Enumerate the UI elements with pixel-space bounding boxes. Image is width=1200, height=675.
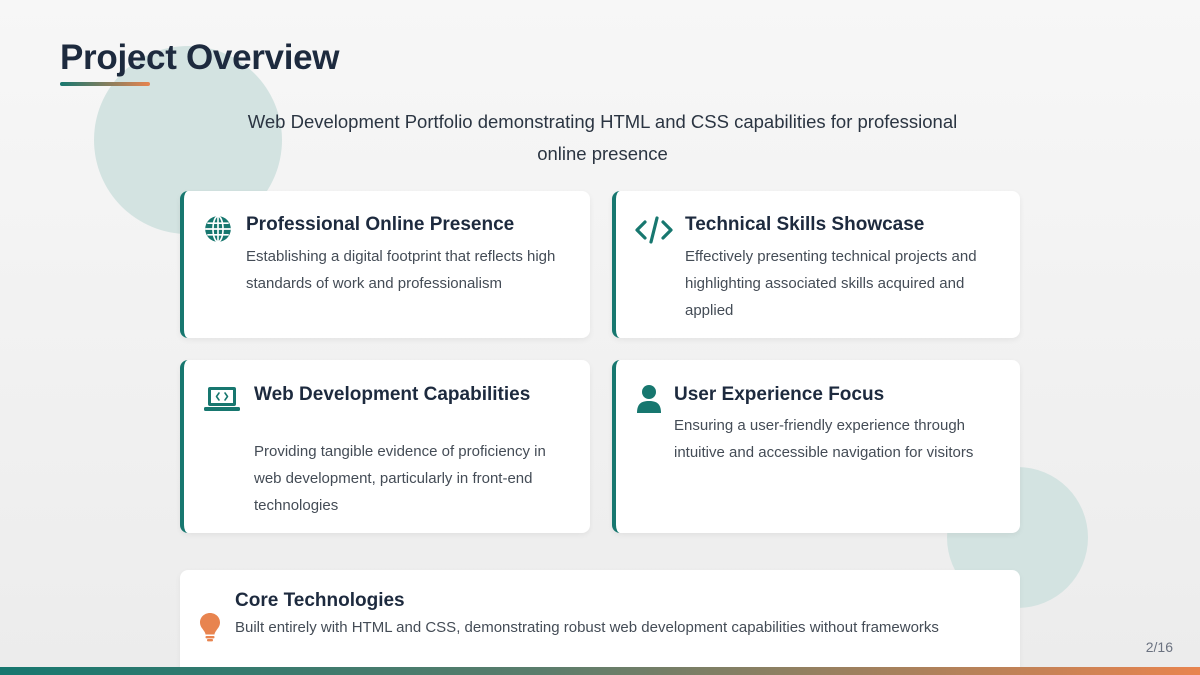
- card-web-development-capabilities: Web Development Capabilities Providing t…: [180, 360, 590, 533]
- core-technologies-title: Core Technologies: [235, 590, 405, 611]
- card-title: User Experience Focus: [674, 384, 885, 405]
- core-technologies-card: Core Technologies Built entirely with HT…: [180, 570, 1020, 670]
- page-number: 2/16: [1145, 639, 1173, 655]
- card-description: Providing tangible evidence of proficien…: [254, 443, 546, 514]
- card-technical-skills-showcase: Technical Skills Showcase Effectively pr…: [612, 191, 1020, 338]
- card-professional-online-presence: Professional Online Presence Establishin…: [180, 191, 590, 338]
- bottom-accent-bar: [0, 667, 1200, 675]
- page-title: Project Overview: [60, 38, 340, 77]
- core-technologies-description: Built entirely with HTML and CSS, demons…: [235, 619, 939, 636]
- page-subtitle: Web Development Portfolio demonstrating …: [247, 111, 958, 164]
- card-description: Ensuring a user-friendly experience thro…: [674, 417, 974, 461]
- user-icon: [636, 384, 662, 419]
- card-title: Web Development Capabilities: [254, 384, 531, 405]
- globe-icon: [204, 215, 232, 248]
- card-description: Establishing a digital footprint that re…: [246, 248, 556, 292]
- lightbulb-icon: [199, 612, 221, 647]
- code-icon: [634, 215, 674, 250]
- title-underline: [60, 82, 150, 86]
- card-description: Effectively presenting technical project…: [685, 248, 977, 319]
- card-title: Professional Online Presence: [246, 214, 515, 235]
- laptop-code-icon: [204, 385, 240, 418]
- card-title: Technical Skills Showcase: [685, 214, 925, 235]
- card-user-experience-focus: User Experience Focus Ensuring a user-fr…: [612, 360, 1020, 533]
